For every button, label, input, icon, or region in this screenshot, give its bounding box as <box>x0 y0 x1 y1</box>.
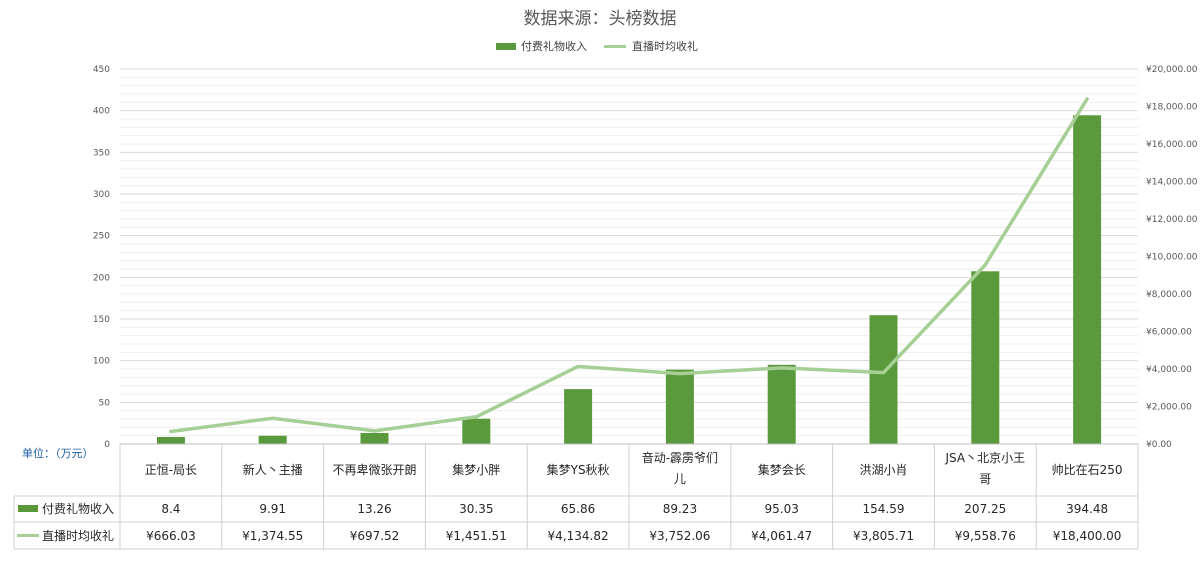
table-cell-line: ¥4,061.47 <box>751 529 812 543</box>
table-cell-line: ¥18,400.00 <box>1053 529 1122 543</box>
category-label: 不再卑微张开朗 <box>332 462 416 477</box>
table-cell-bar: 154.59 <box>863 502 905 516</box>
right-tick-label: ¥2,000.00 <box>1146 403 1192 413</box>
category-label-cont: 儿 <box>674 472 686 486</box>
line-series <box>169 97 1089 434</box>
table-cell-bar: 207.25 <box>964 502 1006 516</box>
row-header-bar: 付费礼物收入 <box>42 501 114 516</box>
bar <box>767 364 796 444</box>
unit-label: 单位：（万元） <box>22 446 94 460</box>
category-label: 集梦YS秋秋 <box>547 462 610 477</box>
left-tick-label: 400 <box>93 107 110 117</box>
table-cell-line: ¥9,558.76 <box>955 529 1016 543</box>
left-tick-label: 150 <box>93 315 110 325</box>
category-label: 音动-霹雳爷们 <box>642 450 718 465</box>
right-tick-label: ¥16,000.00 <box>1146 140 1198 150</box>
table-cell-bar: 95.03 <box>765 502 799 516</box>
table-cell-line: ¥4,134.82 <box>548 529 609 543</box>
left-tick-label: 300 <box>93 190 110 200</box>
legend: 付费礼物收入 直播时均收礼 <box>496 39 698 53</box>
combo-chart: 数据来源：头榜数据 付费礼物收入 直播时均收礼 0 50 100 150 200 250 3… <box>13 9 1198 550</box>
chart-title: 数据来源：头榜数据 <box>524 9 677 29</box>
row-key-bar <box>18 505 38 512</box>
table-cell-line: ¥3,752.06 <box>649 529 710 543</box>
right-tick-label: ¥10,000.00 <box>1146 253 1198 263</box>
table-cell-bar: 394.48 <box>1066 502 1108 516</box>
bar <box>564 389 593 444</box>
category-label: 洪湖小肖 <box>859 462 907 477</box>
left-tick-label: 100 <box>93 357 110 367</box>
legend-swatch-bar <box>496 43 516 50</box>
category-label: 帅比在石250 <box>1052 463 1123 477</box>
table-cell-line: ¥697.52 <box>350 529 400 543</box>
bar <box>665 369 694 444</box>
legend-label-line: 直播时均收礼 <box>632 39 698 53</box>
right-tick-label: ¥14,000.00 <box>1146 178 1198 188</box>
table-cell-bar: 9.91 <box>259 502 286 516</box>
left-tick-label: 0 <box>104 440 110 450</box>
legend-label-bar: 付费礼物收入 <box>521 39 587 53</box>
right-tick-label: ¥12,000.00 <box>1146 215 1198 225</box>
right-tick-label: ¥4,000.00 <box>1146 365 1192 375</box>
series-line <box>169 97 1089 434</box>
category-label: 新人丶主播 <box>243 462 303 477</box>
category-label: 集梦小胖 <box>452 462 500 477</box>
bar <box>1073 115 1102 445</box>
bar <box>971 271 1000 444</box>
table-cell-line: ¥1,451.51 <box>446 529 507 543</box>
data-table: 单位：（万元） 正恒-局长 新人丶主播 不再卑微张开朗 集梦小胖 集梦YS秋秋 音动-霹雳… <box>13 443 1139 550</box>
bar-series <box>156 115 1102 445</box>
table-cell-bar: 30.35 <box>459 502 493 516</box>
table-cell-line: ¥1,374.55 <box>242 529 303 543</box>
right-tick-label: ¥6,000.00 <box>1146 328 1192 338</box>
left-tick-label: 450 <box>93 65 110 75</box>
bar <box>462 418 491 444</box>
left-tick-label: 200 <box>93 273 110 283</box>
table-cell-line: ¥666.03 <box>146 529 196 543</box>
left-tick-label: 50 <box>99 398 111 408</box>
category-label: JSA丶北京小王 <box>945 451 1026 465</box>
right-tick-label: ¥0.00 <box>1146 440 1172 450</box>
right-tick-label: ¥20,000.00 <box>1146 65 1198 75</box>
row-header-line: 直播时均收礼 <box>42 528 114 543</box>
category-label: 集梦会长 <box>758 462 806 477</box>
left-axis: 0 50 100 150 200 250 300 350 400 450 <box>93 65 110 450</box>
bar <box>258 435 287 444</box>
table-cell-bar: 89.23 <box>663 502 697 516</box>
left-tick-label: 350 <box>93 148 110 158</box>
category-label: 正恒-局长 <box>145 463 197 477</box>
bar <box>360 432 389 444</box>
right-tick-label: ¥8,000.00 <box>1146 290 1192 300</box>
bar <box>156 437 185 444</box>
left-tick-label: 250 <box>93 232 110 242</box>
table-cell-line: ¥3,805.71 <box>853 529 914 543</box>
table-cell-bar: 8.4 <box>161 502 180 516</box>
right-tick-label: ¥18,000.00 <box>1146 103 1198 113</box>
bar <box>869 315 898 444</box>
table-cell-bar: 65.86 <box>561 502 595 516</box>
category-label-cont: 哥 <box>979 472 991 486</box>
table-cell-bar: 13.26 <box>357 502 391 516</box>
right-axis: ¥0.00 ¥2,000.00 ¥4,000.00 ¥6,000.00 ¥8,000.0… <box>1146 65 1198 450</box>
